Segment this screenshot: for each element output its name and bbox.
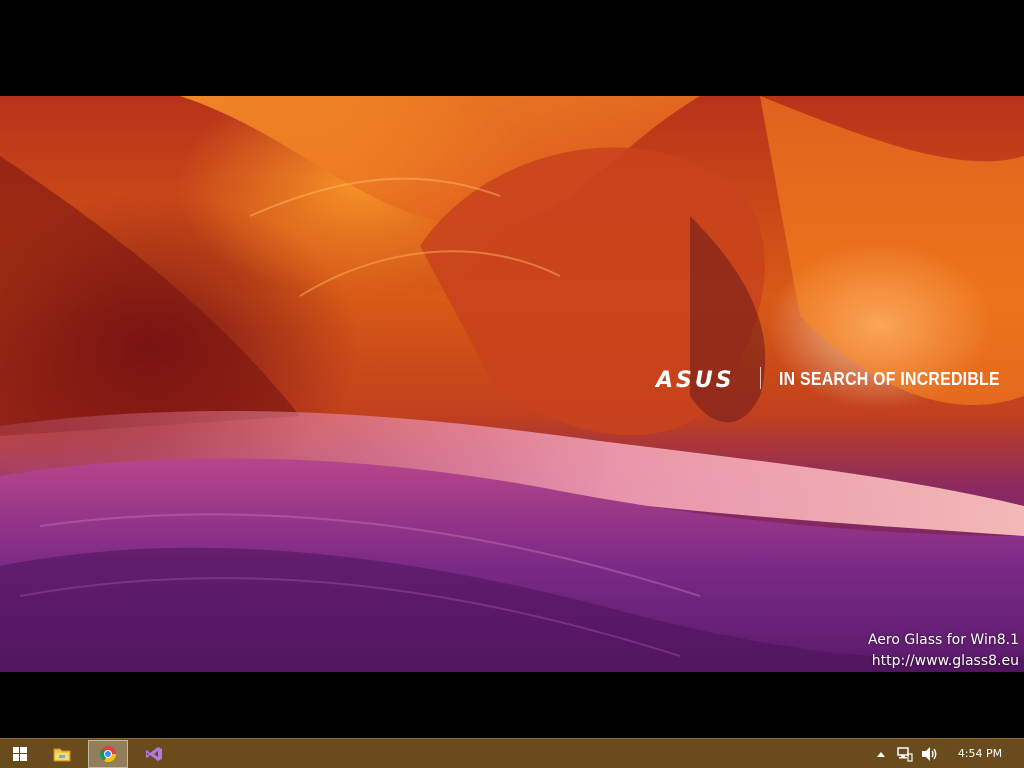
watermark-title: Aero Glass for Win8.1 bbox=[867, 632, 1019, 648]
desktop[interactable]: ASUS IN SEARCH OF INCREDIBLE Aero Glass … bbox=[0, 0, 1024, 738]
chevron-up-icon bbox=[877, 752, 885, 757]
volume-tray-button[interactable] bbox=[921, 746, 939, 762]
logo-divider bbox=[760, 367, 761, 389]
taskbar-chrome[interactable] bbox=[88, 740, 128, 768]
network-icon bbox=[897, 747, 913, 762]
watermark-url: http://www.glass8.eu bbox=[871, 653, 1019, 669]
taskbar-file-explorer[interactable] bbox=[42, 740, 82, 768]
folder-icon bbox=[53, 748, 71, 762]
aero-glass-watermark: Aero Glass for Win8.1 http://www.glass8.… bbox=[868, 630, 1019, 672]
desktop-wallpaper: ASUS IN SEARCH OF INCREDIBLE bbox=[0, 96, 1024, 672]
taskbar: 4:54 PM bbox=[0, 738, 1024, 768]
chrome-icon bbox=[99, 746, 117, 763]
windows-logo-icon bbox=[13, 747, 27, 761]
taskbar-clock[interactable]: 4:54 PM bbox=[946, 747, 1014, 760]
asus-logo: ASUS bbox=[656, 368, 735, 393]
show-hidden-icons-button[interactable] bbox=[876, 746, 886, 762]
volume-icon bbox=[922, 747, 937, 761]
visual-studio-icon bbox=[146, 747, 162, 761]
start-button[interactable] bbox=[0, 740, 40, 768]
network-tray-button[interactable] bbox=[897, 746, 913, 762]
taskbar-visual-studio[interactable] bbox=[134, 740, 174, 768]
wallpaper-tagline: IN SEARCH OF INCREDIBLE bbox=[779, 369, 1000, 389]
